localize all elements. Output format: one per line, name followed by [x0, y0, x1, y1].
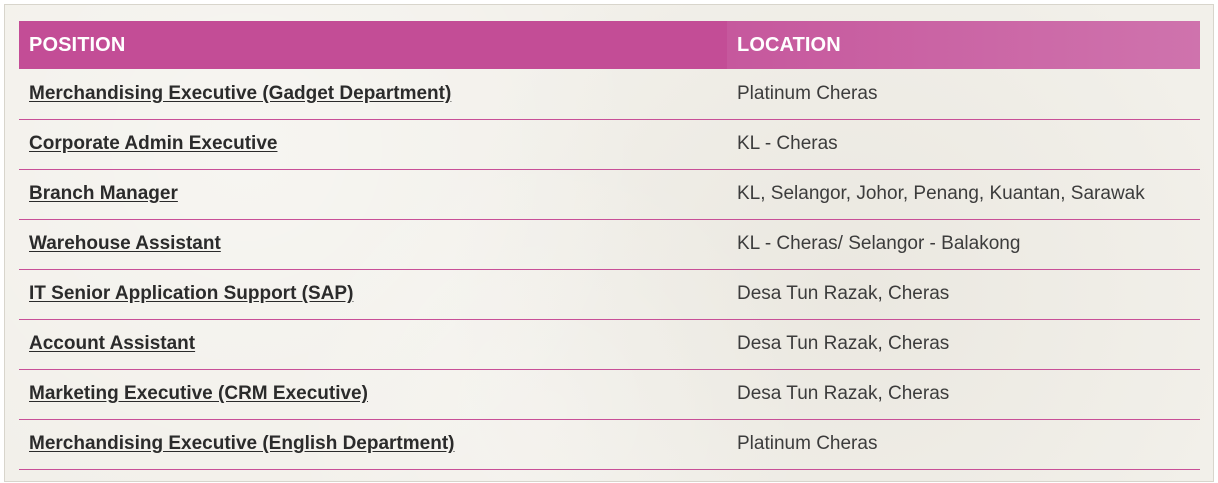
table-row: IT Senior Application Support (SAP) Desa…	[19, 269, 1200, 320]
job-listings-panel: POSITION LOCATION Merchandising Executiv…	[4, 4, 1214, 482]
position-cell: Merchandising Executive (Gadget Departme…	[19, 69, 727, 120]
job-link[interactable]: Merchandising Executive (Gadget Departme…	[29, 83, 451, 104]
position-cell: Marketing Executive (CRM Executive)	[19, 369, 727, 420]
job-link[interactable]: Account Assistant	[29, 333, 195, 354]
job-link[interactable]: Warehouse Assistant	[29, 233, 221, 254]
position-cell: Branch Manager	[19, 169, 727, 220]
location-cell: Desa Tun Razak, Cheras	[727, 319, 1200, 370]
table-row: Corporate Admin Executive KL - Cheras	[19, 119, 1200, 170]
header-position: POSITION	[19, 21, 727, 69]
job-link[interactable]: IT Senior Application Support (SAP)	[29, 283, 353, 304]
table-row: Merchandising Executive (Gadget Departme…	[19, 69, 1200, 120]
position-cell: Account Assistant	[19, 319, 727, 370]
job-listings-table: POSITION LOCATION Merchandising Executiv…	[19, 21, 1200, 470]
header-location: LOCATION	[727, 21, 1200, 69]
position-cell: Merchandising Executive (English Departm…	[19, 419, 727, 470]
location-cell: Platinum Cheras	[727, 419, 1200, 470]
position-cell: Corporate Admin Executive	[19, 119, 727, 170]
job-link[interactable]: Merchandising Executive (English Departm…	[29, 433, 454, 454]
location-cell: Platinum Cheras	[727, 69, 1200, 120]
table-row: Warehouse Assistant KL - Cheras/ Selango…	[19, 219, 1200, 270]
location-cell: KL - Cheras	[727, 119, 1200, 170]
table-row: Merchandising Executive (English Departm…	[19, 419, 1200, 470]
table-row: Marketing Executive (CRM Executive) Desa…	[19, 369, 1200, 420]
job-link[interactable]: Corporate Admin Executive	[29, 133, 277, 154]
location-cell: Desa Tun Razak, Cheras	[727, 269, 1200, 320]
job-link[interactable]: Marketing Executive (CRM Executive)	[29, 383, 368, 404]
table-row: Account Assistant Desa Tun Razak, Cheras	[19, 319, 1200, 370]
location-cell: KL, Selangor, Johor, Penang, Kuantan, Sa…	[727, 169, 1200, 220]
job-link[interactable]: Branch Manager	[29, 183, 178, 204]
location-cell: KL - Cheras/ Selangor - Balakong	[727, 219, 1200, 270]
position-cell: Warehouse Assistant	[19, 219, 727, 270]
location-cell: Desa Tun Razak, Cheras	[727, 369, 1200, 420]
position-cell: IT Senior Application Support (SAP)	[19, 269, 727, 320]
table-header-row: POSITION LOCATION	[19, 21, 1200, 69]
table-row: Branch Manager KL, Selangor, Johor, Pena…	[19, 169, 1200, 220]
